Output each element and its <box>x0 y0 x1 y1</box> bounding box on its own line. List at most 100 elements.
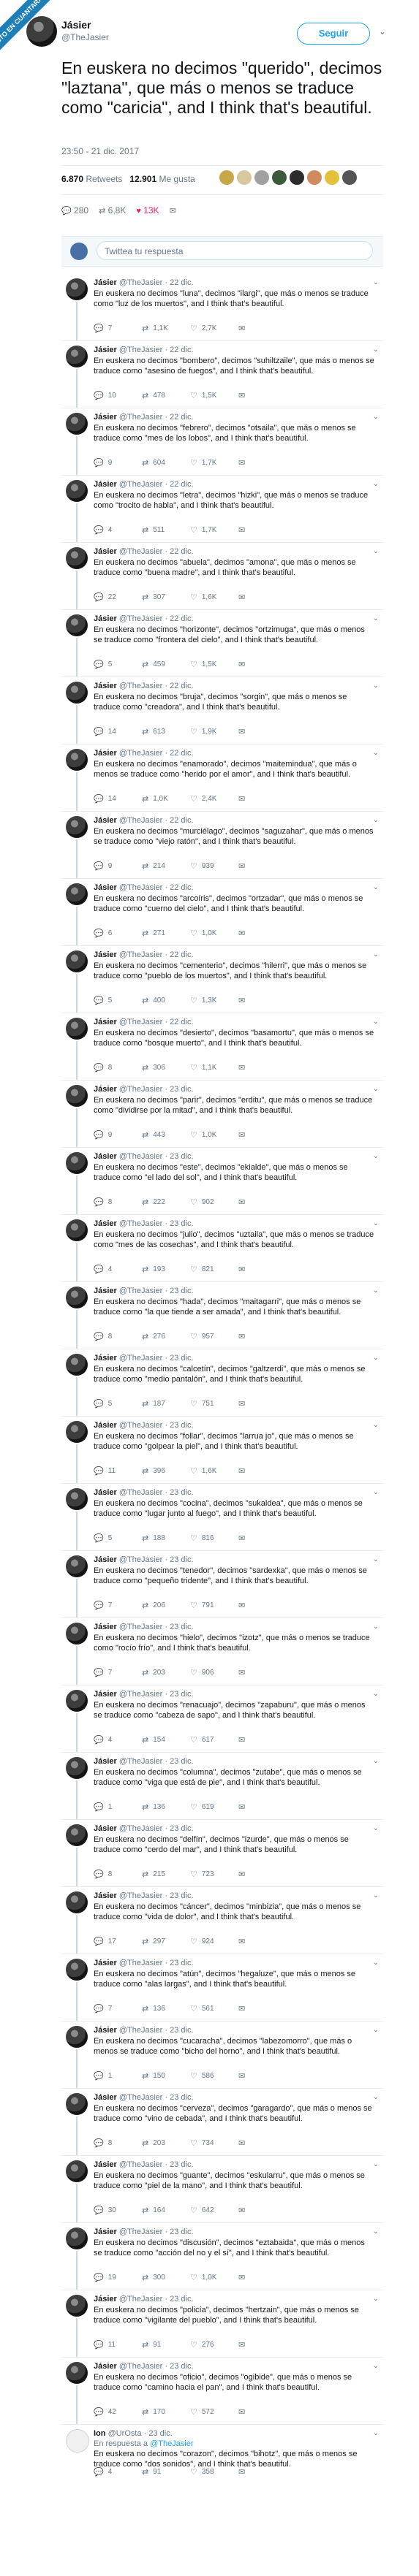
author-handle[interactable]: @TheJasier <box>119 1757 162 1766</box>
chevron-down-icon[interactable]: ⌄ <box>373 1555 379 1563</box>
message-button[interactable]: ✉ <box>238 1601 287 1610</box>
reply-to-link[interactable]: @TheJasier <box>150 2439 193 2448</box>
chevron-down-icon[interactable]: ⌄ <box>373 1287 379 1295</box>
chevron-down-icon[interactable]: ⌄ <box>373 2362 379 2370</box>
list-item[interactable]: Jásier @TheJasier · 22 dic. ⌄ En euskera… <box>61 476 383 543</box>
avatar[interactable] <box>66 2093 88 2115</box>
reply-button[interactable]: 💬 9 <box>94 1130 142 1140</box>
chevron-down-icon[interactable]: ⌄ <box>373 2026 379 2034</box>
message-button[interactable]: ✉ <box>238 1399 287 1409</box>
list-item[interactable]: Jásier @TheJasier · 23 dic. ⌄ En euskera… <box>61 1685 383 1753</box>
author-handle[interactable]: @TheJasier <box>119 682 162 690</box>
avatar[interactable] <box>219 170 234 185</box>
like-button[interactable]: ♡ 1,0K <box>190 2273 238 2282</box>
avatar[interactable] <box>254 170 269 185</box>
author-name[interactable]: Jásier <box>94 1085 117 1094</box>
timestamp[interactable]: 22 dic. <box>170 413 193 422</box>
list-item[interactable]: Jásier @TheJasier · 23 dic. ⌄ En euskera… <box>61 1417 383 1484</box>
avatar[interactable] <box>342 170 357 185</box>
chevron-down-icon[interactable]: ⌄ <box>373 1354 379 1362</box>
author-handle[interactable]: @TheJasier <box>119 2093 162 2102</box>
avatar[interactable] <box>66 883 88 905</box>
like-button[interactable]: ♡ 1,3K <box>190 996 238 1005</box>
like-button[interactable]: ♡ 358 <box>190 2467 238 2477</box>
author-name[interactable]: Jásier <box>94 2295 117 2303</box>
message-button[interactable]: ✉ <box>238 2004 287 2013</box>
author-name[interactable]: Jásier <box>61 19 91 31</box>
retweet-button[interactable]: ⇄ 613 <box>142 727 190 736</box>
message-button[interactable]: ✉ <box>238 2467 287 2477</box>
list-item[interactable]: Jásier @TheJasier · 23 dic. ⌄ En euskera… <box>61 2156 383 2223</box>
timestamp[interactable]: 22 dic. <box>170 950 193 959</box>
retweet-button[interactable]: ⇄ 511 <box>142 525 190 535</box>
list-item[interactable]: Jásier @TheJasier · 23 dic. ⌄ En euskera… <box>61 1484 383 1551</box>
list-item[interactable]: Jásier @TheJasier · 22 dic. ⌄ En euskera… <box>61 812 383 879</box>
avatar[interactable] <box>66 547 88 569</box>
retweet-button[interactable]: ⇄ 91 <box>142 2340 190 2350</box>
like-button[interactable]: ♡ 617 <box>190 1735 238 1745</box>
avatar[interactable] <box>66 1354 88 1376</box>
like-button[interactable]: ♡ 734 <box>190 2138 238 2148</box>
reply-button[interactable]: 💬 30 <box>94 2206 142 2215</box>
like-button[interactable]: ♡ 1,0K <box>190 929 238 938</box>
timestamp[interactable]: 23 dic. <box>170 2362 193 2371</box>
timestamp[interactable]: 23 dic. <box>170 2093 193 2102</box>
retweet-button[interactable]: ⇄ 297 <box>142 1937 190 1946</box>
like-button[interactable]: ♡ 821 <box>190 1265 238 1274</box>
list-item[interactable]: Jásier @TheJasier · 23 dic. ⌄ En euskera… <box>61 1551 383 1618</box>
timestamp[interactable]: 23 dic. <box>170 1757 193 1766</box>
author-name[interactable]: Jásier <box>94 1757 117 1766</box>
retweet-button[interactable]: ⇄ 136 <box>142 2004 190 2013</box>
reply-button[interactable]: 💬 8 <box>94 1332 142 1341</box>
list-item[interactable]: Jásier @TheJasier · 22 dic. ⌄ En euskera… <box>61 543 383 610</box>
chevron-down-icon[interactable]: ⌄ <box>373 2295 379 2303</box>
author-handle[interactable]: @TheJasier <box>119 614 162 623</box>
retweet-button[interactable]: ⇄ 222 <box>142 1197 190 1207</box>
avatar[interactable] <box>66 682 88 704</box>
reply-button[interactable]: 💬 4 <box>94 2467 142 2477</box>
message-button[interactable]: ✉ <box>238 2071 287 2081</box>
list-item[interactable]: Jásier @TheJasier · 22 dic. ⌄ En euskera… <box>61 677 383 744</box>
chevron-down-icon[interactable]: ⌄ <box>373 2160 379 2168</box>
timestamp[interactable]: 23 dic. <box>170 1824 193 1833</box>
retweet-button[interactable]: ⇄ 271 <box>142 929 190 938</box>
author-handle[interactable]: @TheJasier <box>119 2026 162 2035</box>
avatar[interactable] <box>66 950 88 972</box>
like-button[interactable]: ♡ 957 <box>190 1332 238 1341</box>
author-name[interactable]: Jásier <box>94 1959 117 1967</box>
like-button[interactable]: ♡ 586 <box>190 2071 238 2081</box>
like-button[interactable]: ♡ 572 <box>190 2407 238 2417</box>
chevron-down-icon[interactable]: ⌄ <box>373 547 379 555</box>
reply-button[interactable]: 💬 22 <box>94 592 142 602</box>
like-button[interactable]: ♡ 619 <box>190 1802 238 1812</box>
author-handle[interactable]: @TheJasier <box>119 547 162 556</box>
likes-label[interactable]: Me gusta <box>159 174 195 184</box>
author-name[interactable]: Jásier <box>94 278 117 287</box>
author-name[interactable]: Jásier <box>94 950 117 959</box>
reply-input[interactable]: Twittea tu respuesta <box>97 241 373 260</box>
author-name[interactable]: Jásier <box>94 1287 117 1295</box>
message-button[interactable]: ✉ <box>238 929 287 938</box>
reply-button[interactable]: 💬 17 <box>94 1937 142 1946</box>
retweet-button[interactable]: ⇄ 307 <box>142 592 190 602</box>
reply-button[interactable]: 💬 8 <box>94 2138 142 2148</box>
reply-button[interactable]: 💬 5 <box>94 996 142 1005</box>
retweet-button[interactable]: ⇄ 170 <box>142 2407 190 2417</box>
message-button[interactable]: ✉ <box>238 1265 287 1274</box>
like-button[interactable]: ♡ 1,5K <box>190 391 238 400</box>
like-button[interactable]: ♡ 902 <box>190 1197 238 1207</box>
author-handle[interactable]: @TheJasier <box>119 1421 162 1430</box>
like-button[interactable]: ♥ 13K <box>136 205 159 216</box>
author-handle[interactable]: @TheJasier <box>119 883 162 892</box>
message-button[interactable]: ✉ <box>238 1870 287 1879</box>
timestamp[interactable]: 22 dic. <box>170 547 193 556</box>
reply-button[interactable]: 💬 7 <box>94 1668 142 1677</box>
author-name[interactable]: Jásier <box>94 1555 117 1564</box>
author-handle[interactable]: @TheJasier <box>119 1623 162 1631</box>
list-item[interactable]: Jásier @TheJasier · 23 dic. ⌄ En euskera… <box>61 2358 383 2425</box>
retweet-button[interactable]: ⇄ 164 <box>142 2206 190 2215</box>
chevron-down-icon[interactable]: ⌄ <box>373 1488 379 1496</box>
timestamp[interactable]: 23 dic. <box>170 1354 193 1363</box>
avatar[interactable] <box>66 1824 88 1846</box>
like-button[interactable]: ♡ 751 <box>190 1399 238 1409</box>
